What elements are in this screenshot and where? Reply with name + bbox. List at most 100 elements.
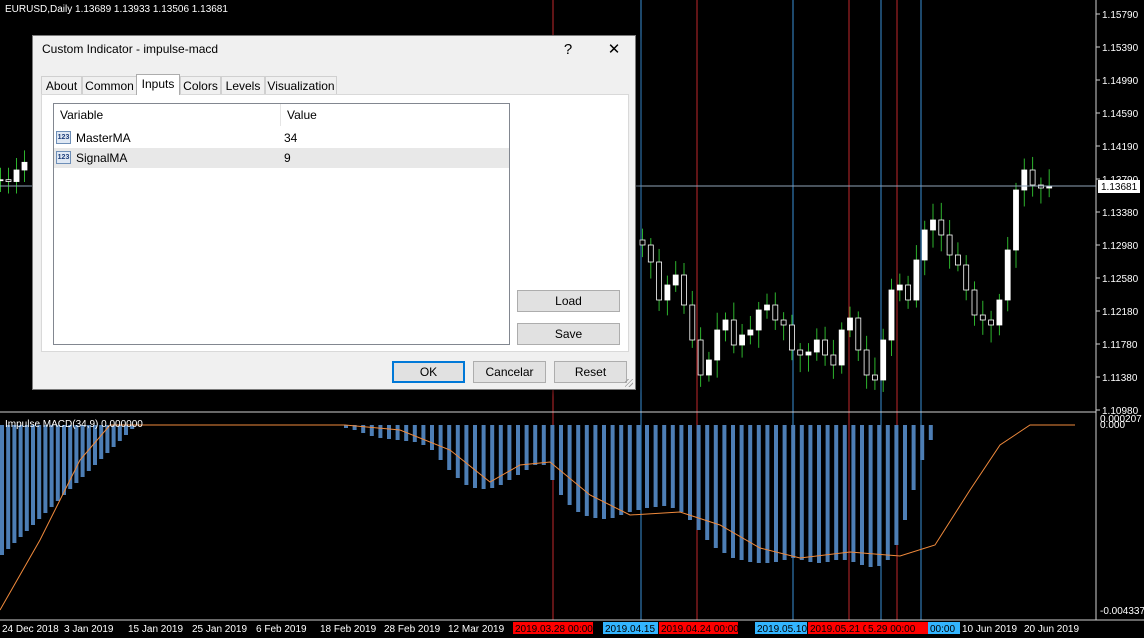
candle-body (1021, 169, 1028, 191)
histogram-bar (645, 425, 649, 508)
candle-body (639, 239, 646, 246)
histogram-bar (903, 425, 907, 520)
candle-body (656, 261, 662, 301)
candle-body (822, 339, 828, 356)
candle-body (697, 339, 704, 376)
tab-inputs[interactable]: Inputs (136, 74, 180, 95)
date-marker-label: 2019.05.10 (757, 624, 807, 635)
histogram-bar (851, 425, 856, 562)
histogram-bar (395, 425, 400, 440)
candle-body (730, 319, 737, 346)
histogram-bar (55, 425, 60, 501)
histogram-bar (799, 425, 804, 560)
histogram-bar (455, 425, 460, 478)
histogram-bar (430, 425, 434, 450)
candle-body (714, 329, 721, 361)
variable-column-header[interactable]: Variable (54, 104, 280, 126)
candle-body (21, 161, 28, 171)
histogram-bar (31, 425, 35, 525)
histogram-bar (920, 425, 925, 460)
candle-body (938, 219, 945, 236)
histogram-bar (49, 425, 54, 507)
histogram-bar (490, 425, 495, 488)
tab-about[interactable]: About (41, 76, 82, 94)
custom-indicator-dialog[interactable]: Custom Indicator - impulse-macd ? ✕ Abou… (32, 35, 636, 390)
reset-button[interactable]: Reset (554, 361, 627, 383)
histogram-bar (860, 425, 864, 565)
candle-body (681, 274, 687, 306)
candle-body (913, 259, 920, 301)
histogram-bar (0, 425, 4, 555)
histogram-bar (24, 425, 29, 531)
date-tick-label: 3 Jan 2019 (64, 624, 114, 635)
histogram-bar (756, 425, 761, 563)
ok-button[interactable]: OK (392, 361, 465, 383)
candle-body (747, 329, 754, 336)
price-tick-label: 1.12580 (1102, 274, 1139, 285)
histogram-bar (842, 425, 847, 560)
histogram-bar (653, 425, 658, 507)
date-tick-label: 25 Jan 2019 (192, 624, 247, 635)
candle-body (647, 244, 654, 263)
histogram-bar (421, 425, 426, 445)
value-column-header[interactable]: Value (280, 104, 509, 126)
variable-name: SignalMA (76, 151, 128, 165)
integer-type-icon: 123 (56, 151, 71, 164)
inputs-grid[interactable]: Variable Value 123 MasterMA 34 123 Signa… (53, 103, 510, 345)
candle-body (955, 254, 961, 266)
candle-body (739, 334, 745, 346)
candle-body (1029, 169, 1036, 186)
candle-body (0, 179, 4, 182)
chart-header: EURUSD,Daily 1.13689 1.13933 1.13506 1.1… (5, 4, 228, 15)
tab-visualization[interactable]: Visualization (265, 76, 337, 94)
tab-common[interactable]: Common (82, 76, 137, 94)
variable-value[interactable]: 9 (284, 148, 291, 168)
candle-body (946, 234, 953, 256)
help-button[interactable]: ? (548, 36, 588, 66)
close-icon[interactable]: ✕ (594, 36, 634, 66)
tab-colors[interactable]: Colors (180, 76, 221, 94)
indicator-tick-label: -0.004337 (1100, 606, 1144, 617)
date-marker-label: 2019.03.28 00:00 (515, 624, 593, 635)
price-tick-label: 1.15790 (1102, 10, 1139, 21)
price-tick-label: 1.14990 (1102, 76, 1139, 87)
price-tick-label: 1.12180 (1102, 307, 1139, 318)
histogram-bar (12, 425, 17, 543)
resize-grip[interactable] (625, 379, 633, 387)
candle-body (971, 289, 978, 316)
histogram-bar (782, 425, 787, 560)
time-axis[interactable]: 24 Dec 2018 3 Jan 2019 15 Jan 2019 25 Jan 2… (2, 622, 1079, 635)
histogram-bar (387, 425, 391, 439)
histogram-bar (808, 425, 813, 562)
integer-type-icon: 123 (56, 131, 71, 144)
histogram-bar (662, 425, 667, 506)
histogram-bar (37, 425, 42, 519)
price-tick-label: 1.11780 (1102, 340, 1138, 351)
load-button[interactable]: Load (517, 290, 620, 312)
candle-body (988, 319, 994, 326)
indicator-tick-label: 0.000 (1100, 420, 1125, 431)
candle-body (872, 374, 878, 381)
date-tick-label: 24 Dec 2018 (2, 624, 59, 635)
histogram-bar (722, 425, 727, 553)
price-tick-label: 1.14590 (1102, 109, 1139, 120)
histogram-bar (731, 425, 735, 558)
date-tick-label: 15 Jan 2019 (128, 624, 183, 635)
date-tick-label: 12 Mar 2019 (448, 624, 505, 635)
histogram-bar (636, 425, 641, 510)
histogram-bar (817, 425, 821, 563)
grid-row-signalma[interactable]: 123 SignalMA 9 (54, 148, 509, 168)
candle-body (672, 274, 679, 286)
candle-body (888, 289, 895, 341)
histogram-bar (74, 425, 79, 483)
tab-levels[interactable]: Levels (221, 76, 265, 94)
candle-body (880, 339, 887, 381)
cancel-button[interactable]: Cancelar (473, 361, 546, 383)
date-tick-label: 28 Feb 2019 (384, 624, 441, 635)
candle-body (664, 284, 671, 301)
variable-value[interactable]: 34 (284, 128, 297, 148)
candle-body (905, 284, 911, 301)
histogram-bar (464, 425, 469, 485)
save-button[interactable]: Save (517, 323, 620, 345)
grid-row-mastermа[interactable]: 123 MasterMA 34 (54, 128, 509, 148)
